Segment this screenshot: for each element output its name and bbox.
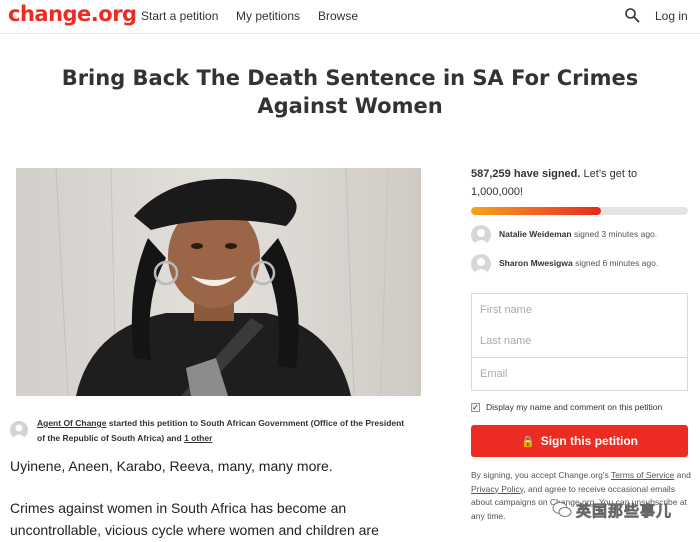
first-name-input[interactable] [472,294,687,325]
display-name-checkbox[interactable]: ✓ [471,403,480,412]
petition-paragraph-1: Uyinene, Aneen, Karabo, Reeva, many, man… [10,458,333,474]
signature-progress-bar [471,207,688,215]
signature-count: 587,259 have signed. Let’s get to 1,000,… [471,165,691,201]
top-nav-bar: change.org Start a petition My petitions… [0,0,700,34]
recent-signer: Sharon Mwesigwa signed 6 minutes ago. [471,254,696,274]
watermark-text: 英国那些事儿 [576,502,673,521]
privacy-link[interactable]: Privacy Policy [471,484,523,494]
legal-prefix: By signing, you accept Change.org's [471,470,609,480]
starter-avatar[interactable] [10,421,28,439]
terms-link[interactable]: Terms of Service [611,470,674,480]
recent-signer: Natalie Weideman signed 3 minutes ago. [471,225,696,245]
lock-icon: 🔒 [520,436,535,448]
signer-time: signed 3 minutes ago. [573,229,658,239]
starter-and-text: and [166,433,182,443]
progress-fill [471,207,602,215]
wechat-icon [552,501,572,519]
display-name-label: Display my name and comment on this peti… [486,402,663,412]
last-name-input[interactable] [472,325,687,357]
nav-my-petitions[interactable]: My petitions [236,9,300,23]
signer-time: signed 6 minutes ago. [575,258,659,268]
starter-name-link[interactable]: Agent Of Change [37,418,106,428]
starter-text: Agent Of Change started this petition to… [37,416,407,446]
petition-paragraph-2: Crimes against women in South Africa has… [10,500,379,538]
sign-petition-button[interactable]: 🔒 Sign this petition [471,425,688,457]
petition-photo [16,168,421,396]
watermark: 英国那些事儿 [552,498,696,524]
signer-avatar [471,254,491,274]
last-name-field[interactable] [471,325,688,358]
signer-avatar [471,225,491,245]
legal-and: and [676,470,691,480]
starter-started-text: started this petition to [108,418,199,428]
first-name-field[interactable] [471,293,688,326]
nav-browse[interactable]: Browse [318,9,358,23]
sign-button-label: Sign this petition [540,434,639,448]
email-field[interactable] [471,358,688,391]
login-link[interactable]: Log in [655,9,688,23]
signed-count: 587,259 have signed. [471,168,581,180]
search-icon[interactable] [624,7,640,23]
display-name-option[interactable]: ✓ Display my name and comment on this pe… [471,402,696,414]
nav-start-petition[interactable]: Start a petition [141,9,218,23]
petition-title: Bring Back The Death Sentence in SA For … [61,66,639,118]
email-input[interactable] [472,358,687,390]
other-targets-link[interactable]: 1 other [184,433,212,443]
signer-name: Natalie Weideman [499,229,572,239]
change-org-logo[interactable]: change.org [8,2,137,26]
signer-name: Sharon Mwesigwa [499,258,573,268]
